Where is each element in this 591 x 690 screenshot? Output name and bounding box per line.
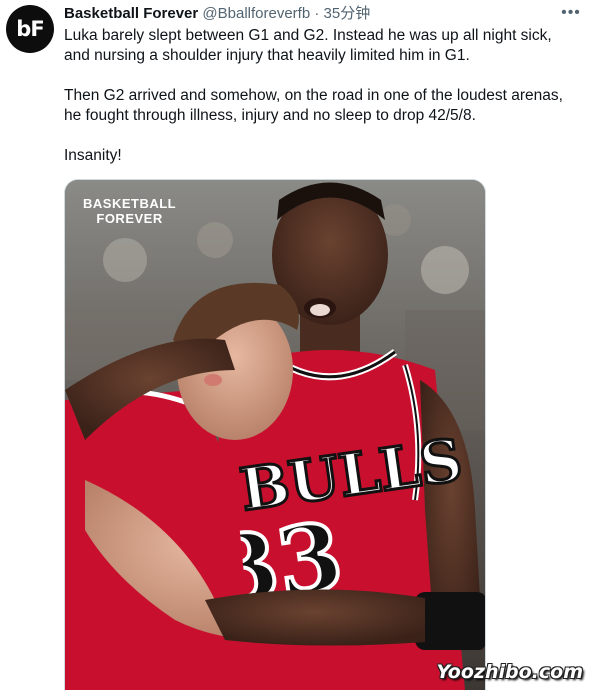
photo-illustration: BULLS 33 bbox=[65, 180, 485, 690]
more-options-button[interactable]: ••• bbox=[559, 4, 583, 22]
brand-line-2: FOREVER bbox=[96, 211, 163, 226]
author-name[interactable]: Basketball Forever bbox=[64, 5, 198, 22]
site-watermark: Yoozhibo.com bbox=[436, 661, 584, 683]
separator-dot: · bbox=[314, 5, 320, 22]
tweet-photo[interactable]: BULLS 33 BASKETBALL FOREVER bbox=[64, 179, 486, 690]
brand-line-1: BASKETBALL bbox=[83, 196, 177, 211]
media-brand-mark: BASKETBALL FOREVER bbox=[83, 196, 176, 226]
more-horizontal-icon: ••• bbox=[561, 4, 581, 21]
tweet-header: Basketball Forever @Bballforeverfb · 35分… bbox=[64, 5, 370, 23]
tweet[interactable]: bF Basketball Forever @Bballforeverfb · … bbox=[0, 0, 591, 690]
timestamp[interactable]: 35分钟 bbox=[324, 5, 371, 22]
avatar[interactable]: bF bbox=[6, 5, 54, 53]
tweet-text: Luka barely slept between G1 and G2. Ins… bbox=[64, 27, 563, 164]
brand-logo: bF bbox=[16, 17, 44, 41]
author-handle[interactable]: @Bballforeverfb bbox=[202, 5, 310, 22]
